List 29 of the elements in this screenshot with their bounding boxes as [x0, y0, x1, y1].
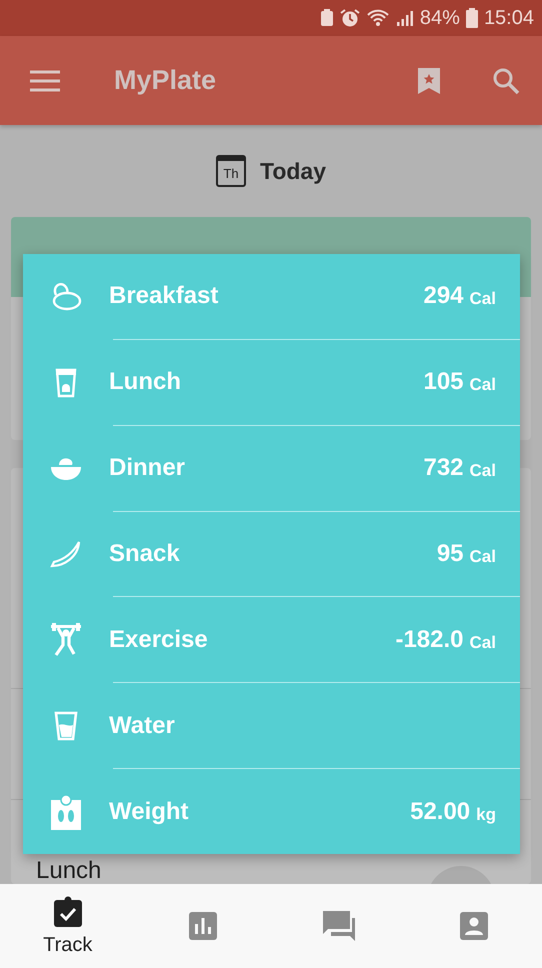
nav-tab[interactable]: Track: [0, 884, 136, 968]
weightlifter-icon: [50, 622, 82, 657]
egg-icon: [50, 281, 82, 312]
date-label: Today: [260, 158, 326, 184]
bar-chart-icon: [189, 912, 218, 940]
log-item[interactable]: Weight 52.00 kg: [23, 769, 520, 854]
profile-icon: [460, 912, 488, 940]
calendar-icon: Th: [216, 155, 246, 187]
glass-icon: [54, 710, 78, 741]
log-item[interactable]: Snack 95 Cal: [23, 512, 520, 596]
meal-label: Lunch: [36, 857, 102, 884]
alarm-icon: [340, 8, 360, 28]
signal-icon: [396, 9, 414, 27]
log-item[interactable]: Exercise -182.0 Cal: [23, 597, 520, 682]
clipboard-check-icon: [52, 896, 83, 928]
battery-percent: 84%: [420, 6, 460, 30]
log-item[interactable]: Dinner 732 Cal: [23, 426, 520, 511]
battery-icon: [466, 8, 478, 28]
drink-icon: [53, 366, 79, 398]
log-item[interactable]: Water: [23, 683, 520, 768]
clock-time: 15:04: [484, 6, 534, 30]
scale-icon: [50, 794, 82, 830]
battery-saver-icon: [320, 9, 334, 27]
chat-icon: [322, 911, 355, 941]
app-title: MyPlate: [114, 65, 216, 96]
log-item[interactable]: Breakfast 294 Cal: [23, 254, 520, 339]
wifi-icon: [366, 9, 390, 27]
log-item[interactable]: Lunch 105 Cal: [23, 340, 520, 425]
banana-icon: [50, 539, 82, 569]
